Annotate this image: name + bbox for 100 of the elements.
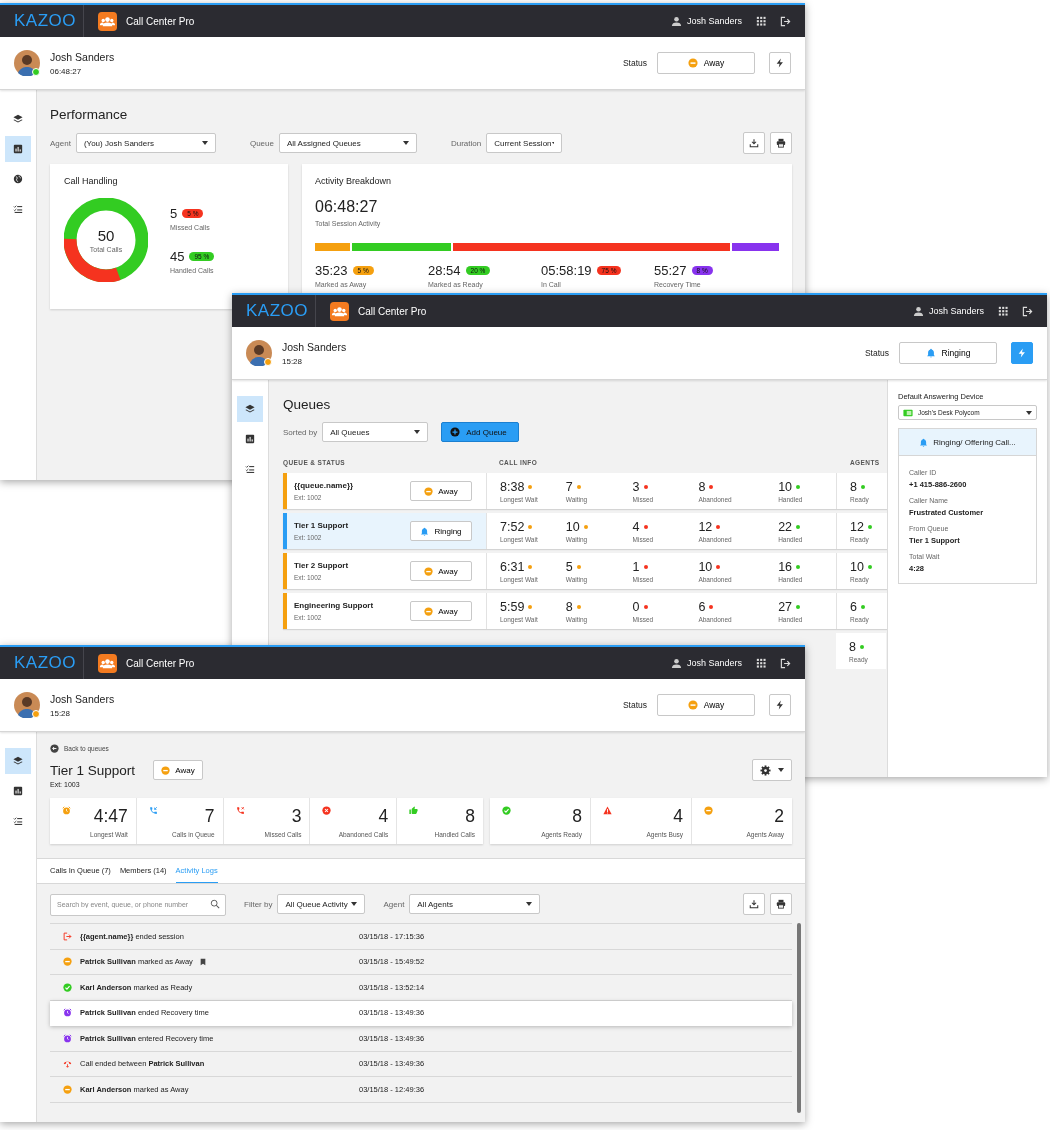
status-button[interactable]: Ringing — [899, 342, 997, 364]
stat-value: 35:23 — [315, 263, 348, 278]
dropdown[interactable]: All Agents — [409, 894, 541, 914]
nav-item[interactable] — [5, 748, 31, 774]
apps-grid-icon — [756, 16, 766, 26]
app-icon[interactable] — [330, 301, 349, 321]
download-button[interactable] — [743, 132, 765, 154]
filter-label: Filter by — [244, 899, 273, 909]
metric-value: 8 — [565, 599, 573, 614]
quick-action-button[interactable] — [769, 694, 791, 716]
queue-status-button[interactable]: Away — [410, 601, 472, 621]
add-queue-button[interactable]: Add Queue — [441, 422, 519, 442]
avatar — [14, 50, 40, 76]
logout-icon — [1022, 305, 1033, 317]
away-icon — [424, 566, 434, 576]
avatar — [14, 692, 40, 718]
caret-icon — [526, 902, 533, 906]
page-title: Queues — [283, 397, 332, 412]
caret-icon — [351, 902, 358, 906]
apps-grid-icon — [998, 306, 1008, 316]
lightning-icon — [1017, 348, 1027, 358]
metric-value: 4 — [632, 519, 640, 534]
away-icon — [63, 1084, 72, 1094]
incoming-call-icon — [148, 806, 158, 815]
check-circle-icon — [502, 806, 511, 815]
app-icon[interactable] — [98, 653, 117, 673]
caret-icon — [201, 141, 208, 145]
quick-action-button[interactable] — [769, 52, 791, 74]
filter-label: Sorted by — [283, 427, 318, 437]
metric-value: 1 — [632, 559, 640, 574]
print-button[interactable] — [770, 893, 792, 915]
error-icon — [322, 806, 332, 815]
alarm-clock-icon — [63, 1033, 72, 1043]
stat-value: 2 — [774, 806, 784, 827]
filter-label: Queue — [249, 138, 274, 148]
alarm-clock-icon — [63, 1008, 72, 1018]
metric-value: 5 — [565, 559, 573, 574]
bar-chart-icon — [13, 144, 23, 154]
stat-value: 4 — [673, 806, 683, 827]
queue-name: Tier 2 Support — [294, 561, 350, 570]
status-label: Status — [622, 700, 647, 710]
dropdown[interactable]: Current Session — [486, 133, 563, 153]
user-name[interactable]: Josh Sanders — [686, 658, 742, 668]
away-icon — [424, 606, 434, 616]
dropdown[interactable]: (You) Josh Sanders — [75, 133, 216, 153]
stat-value: 8 — [465, 806, 475, 827]
session-time: 15:28 — [282, 356, 304, 366]
metric-value: 6 — [698, 599, 706, 614]
checklist-icon — [245, 464, 255, 474]
nav-item[interactable] — [5, 136, 31, 162]
call-card-header: Ringing/ Offering Call... — [899, 429, 1036, 456]
caret-icon — [402, 141, 409, 145]
away-icon — [63, 957, 72, 967]
desk-phone-icon — [903, 407, 913, 418]
user-icon — [670, 657, 682, 669]
checklist-icon — [13, 816, 23, 826]
layers-icon — [13, 756, 23, 766]
away-icon — [424, 486, 434, 496]
user-icon — [670, 15, 682, 27]
user-name[interactable]: Josh Sanders — [928, 306, 984, 316]
dropdown[interactable]: All Queues — [322, 422, 429, 442]
missed-call-icon — [235, 806, 245, 815]
printer-icon — [776, 138, 786, 148]
exit-icon — [63, 931, 72, 941]
scrollbar[interactable] — [797, 923, 801, 1113]
queue-status-button[interactable]: Away — [410, 481, 472, 501]
queue-title: Tier 1 Support — [50, 762, 136, 778]
print-button[interactable] — [770, 132, 792, 154]
bar-chart-icon — [13, 786, 23, 796]
caret-icon — [414, 430, 421, 434]
metric-value: 27 — [778, 599, 793, 614]
away-icon — [161, 765, 171, 775]
metric-value: 3 — [632, 479, 640, 494]
settings-dropdown[interactable] — [752, 759, 792, 781]
status-button[interactable]: Away — [657, 52, 755, 74]
app-name: Call Center Pro — [358, 305, 427, 317]
logout-icon — [780, 15, 791, 27]
user-name[interactable]: Josh Sanders — [686, 16, 742, 26]
stat-value: 28:54 — [428, 263, 461, 278]
status-button[interactable]: Away — [657, 694, 755, 716]
stat-value: 3 — [291, 806, 302, 827]
session-time: 06:48:27 — [50, 66, 83, 76]
status-label: Status — [864, 348, 889, 358]
metric-value: 10 — [565, 519, 580, 534]
metric-value: 8:38 — [500, 479, 525, 494]
queue-status-button[interactable]: Away — [153, 760, 204, 780]
dropdown[interactable]: All Queue Activity — [277, 894, 366, 914]
metric-value: 22 — [778, 519, 793, 534]
app-name: Call Center Pro — [126, 15, 195, 27]
stat-value: 8 — [572, 806, 582, 827]
app-icon[interactable] — [98, 11, 117, 31]
lightning-icon — [775, 58, 785, 68]
filter-label: Duration — [450, 138, 482, 148]
download-button[interactable] — [743, 893, 765, 915]
queue-status-button[interactable]: Ringing — [410, 521, 472, 541]
logout-icon — [780, 657, 791, 669]
nav-item[interactable] — [237, 396, 263, 422]
dropdown[interactable]: All Assigned Queues — [278, 133, 417, 153]
queue-status-button[interactable]: Away — [410, 561, 472, 581]
metric-value: 8 — [850, 479, 857, 494]
